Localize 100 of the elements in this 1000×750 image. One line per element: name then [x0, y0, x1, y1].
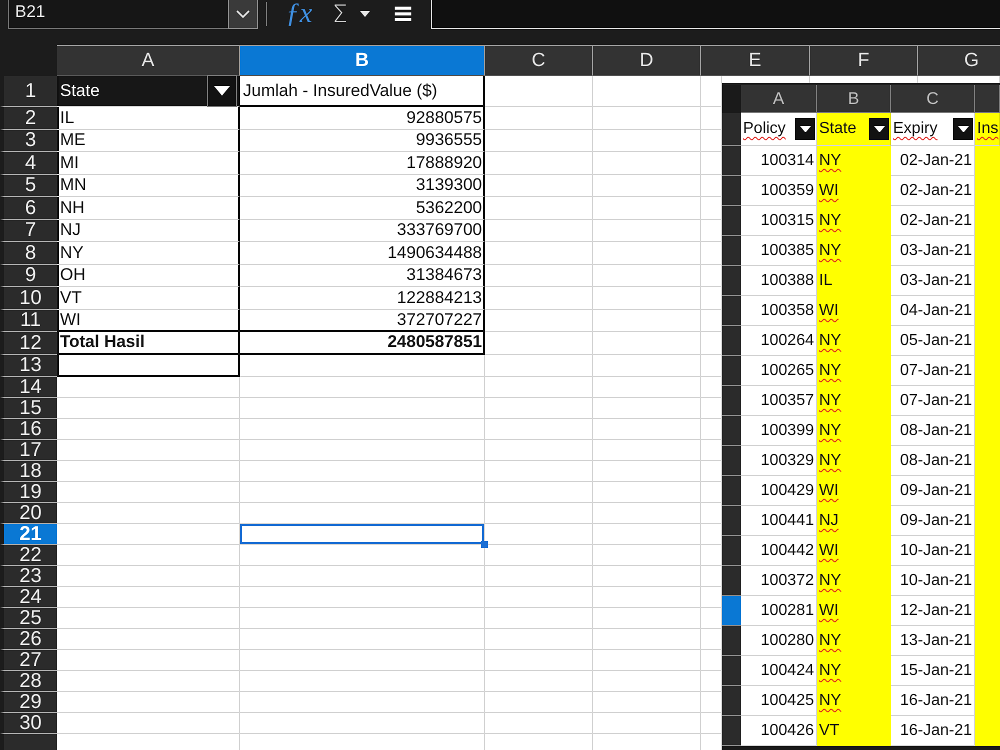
table-cell: 100385	[741, 236, 817, 266]
header-label: Ins	[977, 120, 998, 138]
table-cell: 100399	[741, 416, 817, 446]
table-cell: 100265	[741, 356, 817, 386]
row-header[interactable]: 25	[0, 608, 57, 629]
table-cell: MN	[57, 174, 240, 197]
table-cell: 17888920	[240, 152, 485, 174]
table-cell: 15-Jan-21	[891, 656, 975, 686]
active-cell[interactable]	[240, 524, 485, 545]
row-header[interactable]: 1	[0, 76, 57, 107]
table-cell: VT	[57, 287, 240, 310]
table-cell: 07-Jan-21	[891, 356, 975, 386]
table-cell: 07-Jan-21	[891, 386, 975, 416]
row-header[interactable]: 2	[0, 107, 57, 130]
table-cell: 100358	[741, 296, 817, 326]
row-header[interactable]: 6	[0, 197, 57, 220]
table-cell: 08-Jan-21	[891, 416, 975, 446]
table-cell: ME	[57, 130, 240, 152]
row-header[interactable]: 27	[0, 650, 57, 671]
name-box-dropdown[interactable]	[228, 0, 258, 29]
table-cell: 02-Jan-21	[891, 146, 975, 176]
table-cell: 04-Jan-21	[891, 296, 975, 326]
table-cell: 1490634488	[240, 242, 485, 264]
table-cell: NY	[817, 656, 891, 686]
row-header[interactable]: 22	[0, 545, 57, 566]
table-cell: 09-Jan-21	[891, 476, 975, 506]
filter-button[interactable]	[795, 118, 815, 140]
row-header[interactable]: 12	[0, 332, 57, 354]
table-cell: NJ	[57, 220, 240, 242]
row-header[interactable]: 4	[0, 152, 57, 174]
table-cell: 9936555	[240, 130, 485, 152]
row-header[interactable]: 11	[0, 310, 57, 332]
table-cell: WI	[817, 596, 891, 626]
name-box[interactable]: B21	[8, 0, 228, 29]
function-wizard-button[interactable]: ƒx	[279, 0, 319, 28]
row-header[interactable]: 13	[0, 354, 57, 377]
row-header[interactable]: 29	[0, 692, 57, 713]
table-cell: 100388	[741, 266, 817, 296]
table-cell: 03-Jan-21	[891, 236, 975, 266]
row-header[interactable]: 7	[0, 220, 57, 242]
row-header[interactable]: 21	[0, 524, 57, 545]
row-header[interactable]: 28	[0, 671, 57, 692]
table-cell: NY	[817, 206, 891, 236]
table-cell: 02-Jan-21	[891, 206, 975, 236]
row-header[interactable]: 26	[0, 629, 57, 650]
fill-handle-icon[interactable]	[481, 541, 488, 548]
header-label: State	[819, 120, 856, 138]
table-cell: 10-Jan-21	[891, 566, 975, 596]
row-header[interactable]: 8	[0, 242, 57, 264]
column-header[interactable]: E	[701, 45, 810, 76]
row-header[interactable]: 16	[0, 419, 57, 440]
column-header: B	[817, 85, 891, 113]
table-cell: 100441	[741, 506, 817, 536]
table-cell: Total Hasil	[57, 332, 240, 354]
table-cell: 122884213	[240, 287, 485, 310]
sum-button[interactable]: Σ	[319, 0, 383, 28]
column-header[interactable]: G	[918, 45, 1000, 76]
column-header[interactable]: F	[810, 45, 918, 76]
formula-input[interactable]	[431, 0, 1000, 29]
row-header[interactable]: 3	[0, 130, 57, 152]
caret-down-icon	[214, 86, 230, 96]
table-cell: NY	[817, 686, 891, 716]
header-label: Policy	[743, 120, 786, 138]
column-header[interactable]: C	[485, 45, 593, 76]
column-header: A	[741, 85, 817, 113]
row-header[interactable]: 30	[0, 713, 57, 734]
row-header[interactable]: 9	[0, 264, 57, 287]
table-cell: IL	[57, 107, 240, 130]
row-header[interactable]: 24	[0, 587, 57, 608]
table-cell: NY	[817, 356, 891, 386]
formula-button[interactable]: ≡	[383, 0, 423, 28]
table-cell: NH	[57, 197, 240, 220]
filter-button[interactable]	[953, 118, 973, 140]
filter-button[interactable]	[207, 75, 237, 107]
table-cell: 100315	[741, 206, 817, 236]
column-header[interactable]: B	[240, 45, 485, 76]
row-header[interactable]: 23	[0, 566, 57, 587]
table-cell: 100429	[741, 476, 817, 506]
column-header[interactable]: A	[57, 45, 240, 76]
row-header[interactable]: 10	[0, 287, 57, 310]
table-cell: WI	[817, 536, 891, 566]
table-cell: IL	[817, 266, 891, 296]
table-cell: 16-Jan-21	[891, 686, 975, 716]
column-header[interactable]: D	[593, 45, 701, 76]
table-cell: WI	[817, 476, 891, 506]
row-header[interactable]: 17	[0, 440, 57, 461]
row-header[interactable]: 18	[0, 461, 57, 482]
row-header[interactable]: 19	[0, 482, 57, 503]
filter-button[interactable]	[869, 118, 889, 140]
row-header[interactable]: 20	[0, 503, 57, 524]
table-cell: 02-Jan-21	[891, 176, 975, 206]
table-cell: 100329	[741, 446, 817, 476]
column-header: C	[891, 85, 975, 113]
caret-down-icon	[958, 126, 968, 132]
table-cell: NY	[817, 626, 891, 656]
row-header[interactable]: 14	[0, 377, 57, 398]
row-header[interactable]: 15	[0, 398, 57, 419]
table-cell: 08-Jan-21	[891, 446, 975, 476]
table-cell: 2480587851	[240, 332, 485, 354]
row-header[interactable]: 5	[0, 174, 57, 197]
